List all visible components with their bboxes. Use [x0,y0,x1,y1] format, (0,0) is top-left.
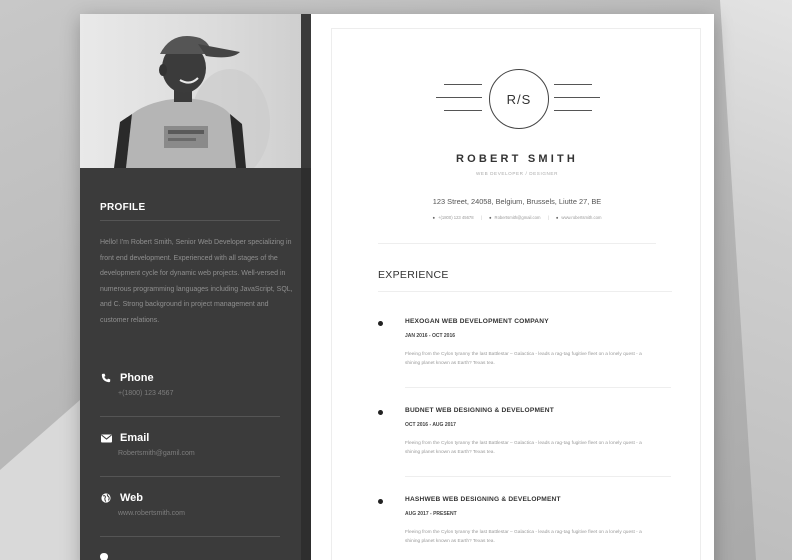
separator: | [480,215,482,220]
candidate-role: WEB DEVELOPER / DESIGNER [475,171,559,176]
experience-heading: EXPERIENCE [378,269,449,281]
phone-bullet: ● [432,215,436,220]
contact-divider [100,536,280,537]
bullet-dot [378,321,383,326]
email-bullet: ● [489,215,492,220]
header-web: www.robertsmith.com [561,215,602,220]
job-company: HEXOGAN WEB DEVELOPMENT COMPANY [405,318,549,325]
globe-icon [100,492,112,504]
profile-text: Hello! I'm Robert Smith, Senior Web Deve… [100,239,293,324]
header-divider [378,243,656,244]
phone-value: +(1800) 123 4567 [118,390,174,397]
address: 123 Street, 24058, Belgium, Brussels, Li… [432,197,602,206]
email-label: Email [120,432,150,444]
profile-divider [100,220,280,221]
contact-email: Email Robertsmith@gamil.com [100,432,290,457]
job-description: Fleeing from the Cylon tyranny the last … [405,352,642,366]
contact-web: Web www.robertsmith.com [100,492,290,517]
candidate-name: ROBERT SMITH [455,153,579,165]
contact-line: ● +(1800) 123 45678 | ● Robertsmith@gmail.… [332,215,702,220]
header-email: Robertsmith@gmail.com [494,215,541,220]
profile-photo [80,14,301,168]
monogram-initials: R/S [489,69,549,129]
resume-sheet: PROFILE Hello! I'm Robert Smith, Senior … [80,14,714,560]
contact-divider [100,476,280,477]
envelope-icon [100,432,112,444]
contact-divider [100,416,280,417]
job-dates: OCT 2016 - AUG 2017 [405,422,456,428]
web-value: www.robertsmith.com [118,510,185,517]
map-pin-icon [100,550,108,560]
web-label: Web [120,492,144,504]
experience-divider [378,291,672,292]
job-company: BUDNET WEB DESIGNING & DEVELOPMENT [405,407,554,414]
bullet-dot [378,410,383,415]
bullet-dot [378,499,383,504]
phone-icon [100,372,112,384]
web-bullet: ● [555,215,559,220]
separator: | [547,215,549,220]
header-phone: +(1800) 123 45678 [438,215,474,220]
profile-heading: PROFILE [100,202,146,213]
job-description: Fleeing from the Cylon tyranny the last … [405,441,642,455]
job-divider [405,387,671,388]
main-column: R/S ROBERT SMITH WEB DEVELOPER / DESIGNE… [331,28,701,560]
photo-edge [301,14,311,168]
job-description: Fleeing from the Cylon tyranny the last … [405,530,642,544]
phone-label: Phone [120,372,154,384]
job-divider [405,476,671,477]
contact-phone: Phone +(1800) 123 4567 [100,372,290,397]
monogram-logo: R/S [436,67,600,131]
job-company: HASHWEB WEB DESIGNING & DEVELOPMENT [405,496,561,503]
job-dates: AUG 2017 - PRESENT [405,511,457,517]
job-dates: JAN 2016 - OCT 2016 [405,333,456,339]
portrait-illustration [114,36,270,168]
email-value: Robertsmith@gamil.com [118,450,195,457]
